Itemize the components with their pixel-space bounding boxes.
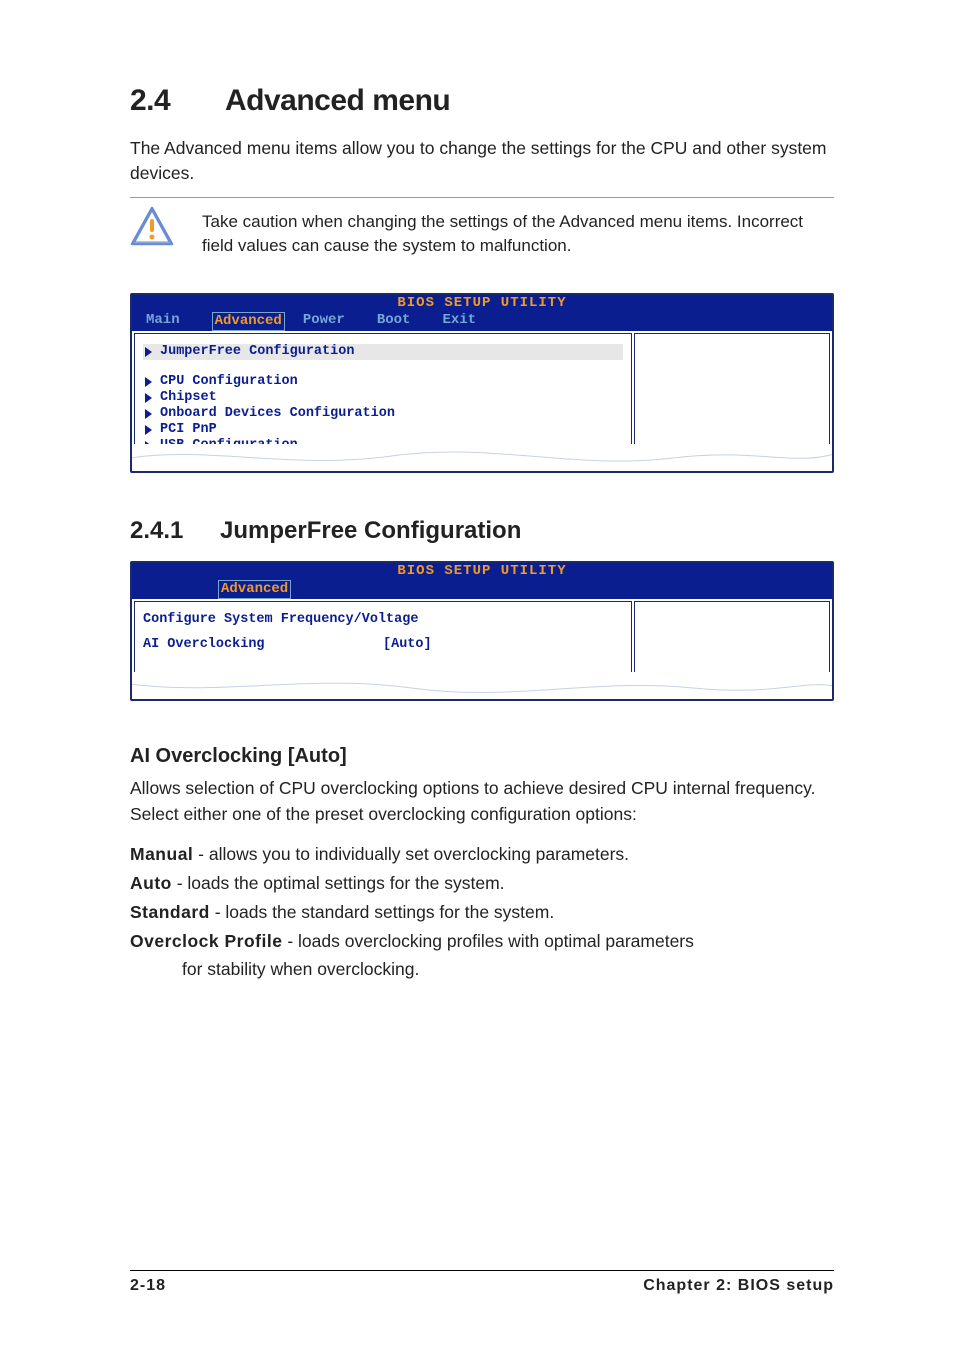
bios-menu-item[interactable]: Chipset — [143, 390, 623, 406]
bios-menu-item[interactable]: JumperFree Configuration — [143, 344, 623, 360]
option-item: Standard - loads the standard settings f… — [130, 899, 834, 926]
option-text: - loads overclocking profiles with optim… — [282, 931, 693, 951]
bios-setting-value: [Auto] — [383, 637, 432, 652]
caution-block: Take caution when changing the settings … — [130, 206, 834, 258]
bios-header: BIOS SETUP UTILITY Main Advanced Power B… — [132, 295, 832, 331]
option-item: Overclock Profile - loads overclocking p… — [130, 928, 834, 982]
bios-menu-label: JumperFree Configuration — [160, 344, 354, 360]
option-text: - loads the standard settings for the sy… — [210, 902, 554, 922]
bios-setting-row[interactable]: AI Overclocking [Auto] — [143, 637, 623, 652]
page-footer: 2-18 Chapter 2: BIOS setup — [0, 1270, 954, 1295]
bios-pane-headline: Configure System Frequency/Voltage — [143, 612, 623, 627]
chevron-right-icon — [145, 425, 152, 435]
bios-tab-power[interactable]: Power — [303, 312, 363, 331]
bios-setting-label: AI Overclocking — [143, 637, 383, 652]
option-name: Manual — [130, 844, 193, 864]
section-heading: 2.4Advanced menu — [130, 84, 834, 118]
bios-tabs: Advanced — [132, 580, 832, 599]
bios-tab-main[interactable]: Main — [146, 312, 198, 331]
bios-title: BIOS SETUP UTILITY — [132, 563, 832, 580]
option-text: - loads the optimal settings for the sys… — [172, 873, 505, 893]
bios-menu-item[interactable]: Onboard Devices Configuration — [143, 406, 623, 422]
page-number: 2-18 — [130, 1277, 166, 1295]
intro-paragraph: The Advanced menu items allow you to cha… — [130, 136, 834, 187]
bios-tab-exit[interactable]: Exit — [442, 312, 494, 331]
option-name: Auto — [130, 873, 172, 893]
divider — [130, 197, 834, 198]
torn-edge — [130, 444, 834, 472]
option-text: - allows you to individually set overclo… — [193, 844, 629, 864]
bios-menu-label: Onboard Devices Configuration — [160, 406, 395, 422]
bios-menu-label: CPU Configuration — [160, 374, 298, 390]
bios-panel-advanced: BIOS SETUP UTILITY Main Advanced Power B… — [130, 293, 834, 473]
option-text-cont: for stability when overclocking. — [130, 956, 834, 983]
bios-tabs: Main Advanced Power Boot Exit — [132, 312, 832, 331]
bios-menu-item[interactable]: PCI PnP — [143, 422, 623, 438]
bios-tab-boot[interactable]: Boot — [377, 312, 429, 331]
bios-title: BIOS SETUP UTILITY — [132, 295, 832, 312]
subsection-heading: 2.4.1JumperFree Configuration — [130, 517, 834, 545]
option-heading: AI Overclocking [Auto] — [130, 745, 834, 768]
option-item: Manual - allows you to individually set … — [130, 841, 834, 868]
option-description: Allows selection of CPU overclocking opt… — [130, 776, 834, 827]
chevron-right-icon — [145, 393, 152, 403]
section-title: Advanced menu — [225, 84, 450, 117]
bios-tab-advanced[interactable]: Advanced — [212, 312, 285, 331]
option-list: Manual - allows you to individually set … — [130, 841, 834, 983]
caution-icon — [130, 206, 174, 246]
bios-panel-jumperfree: BIOS SETUP UTILITY Advanced Configure Sy… — [130, 561, 834, 701]
bios-menu-item[interactable]: CPU Configuration — [143, 374, 623, 390]
section-number: 2.4 — [130, 84, 225, 118]
caution-text: Take caution when changing the settings … — [202, 206, 834, 258]
footer-divider — [130, 1270, 834, 1271]
chevron-right-icon — [145, 347, 152, 357]
chapter-label: Chapter 2: BIOS setup — [643, 1277, 834, 1295]
option-item: Auto - loads the optimal settings for th… — [130, 870, 834, 897]
option-name: Standard — [130, 902, 210, 922]
bios-header: BIOS SETUP UTILITY Advanced — [132, 563, 832, 599]
chevron-right-icon — [145, 409, 152, 419]
bios-menu-label: Chipset — [160, 390, 217, 406]
subsection-number: 2.4.1 — [130, 517, 220, 545]
subsection-title: JumperFree Configuration — [220, 517, 521, 544]
torn-edge — [130, 672, 834, 700]
chevron-right-icon — [145, 377, 152, 387]
bios-tab-advanced[interactable]: Advanced — [218, 580, 291, 599]
option-name: Overclock Profile — [130, 931, 282, 951]
bios-menu-label: PCI PnP — [160, 422, 217, 438]
